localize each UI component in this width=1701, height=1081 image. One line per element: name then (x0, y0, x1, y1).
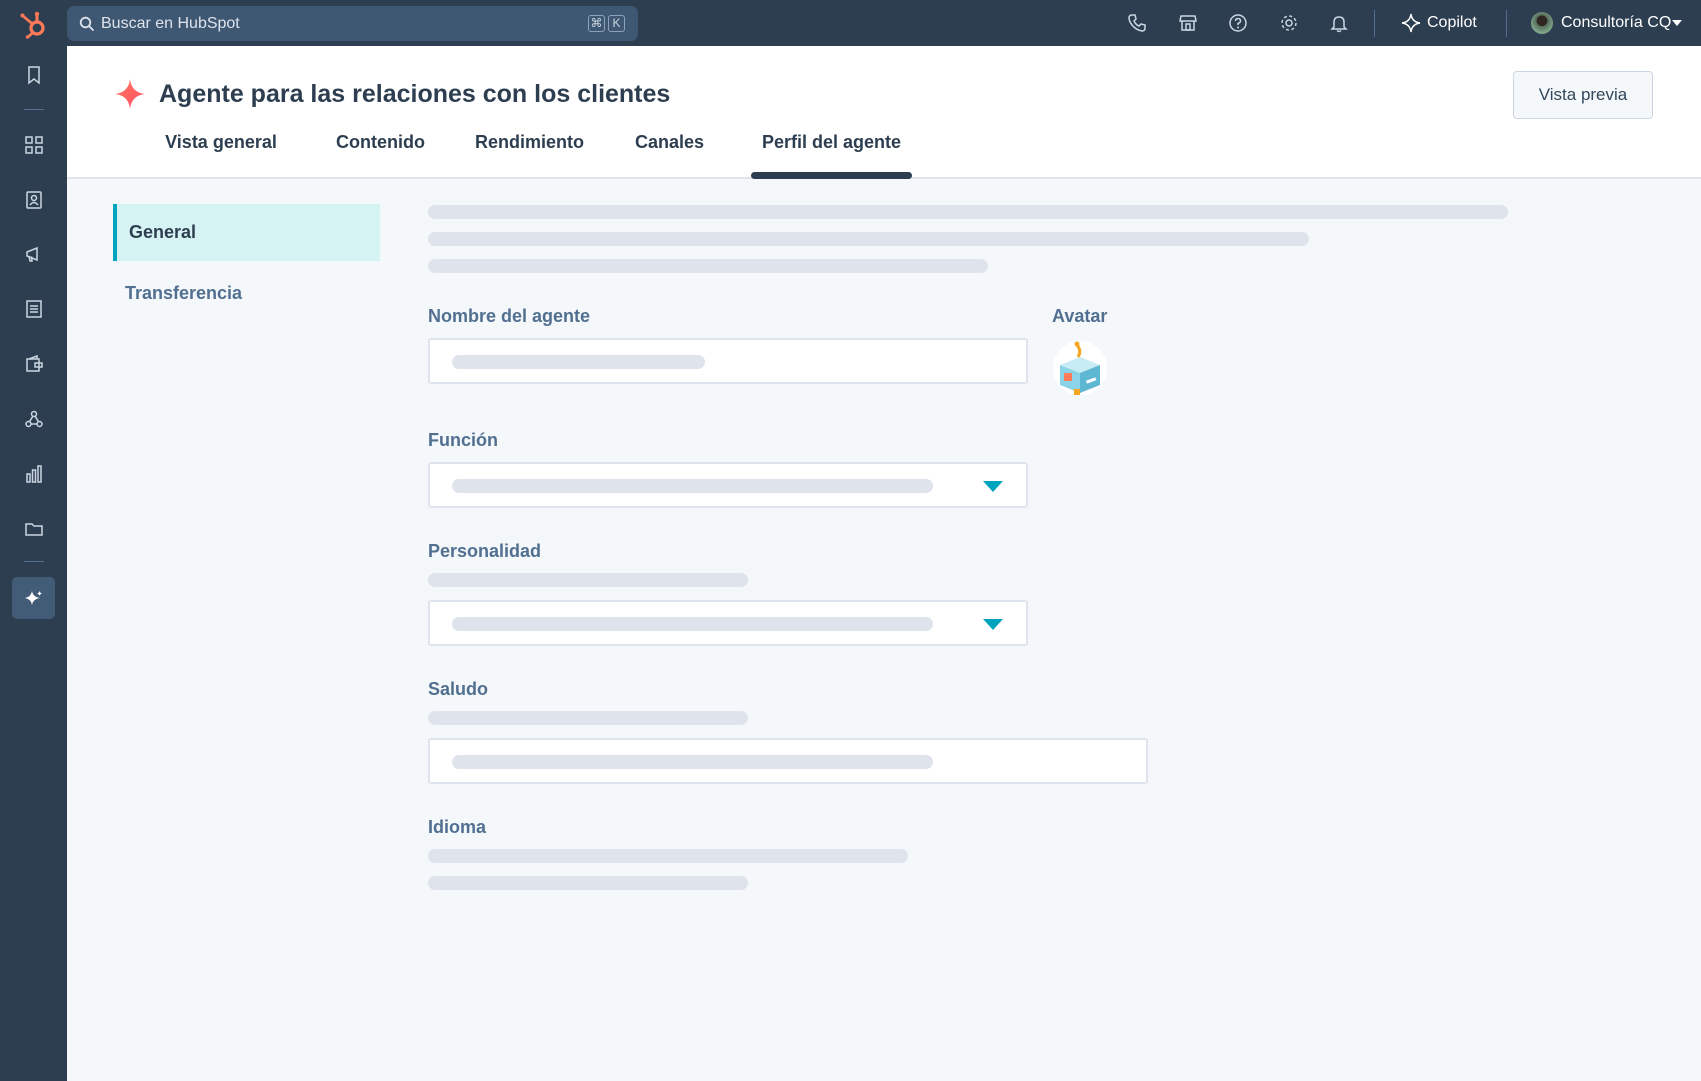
marketplace-icon[interactable] (1178, 13, 1198, 33)
subnav-item-general[interactable]: General (113, 204, 380, 261)
loading-placeholder (428, 259, 988, 273)
copilot-label: Copilot (1427, 14, 1477, 31)
greeting-field[interactable] (428, 738, 1148, 784)
sidebar-divider (24, 561, 44, 562)
tab-contenido[interactable]: Contenido (323, 132, 438, 153)
loading-placeholder (428, 849, 908, 863)
settings-icon[interactable] (1279, 13, 1299, 33)
loading-placeholder (428, 573, 748, 587)
account-name: Consultoría CQ (1561, 14, 1672, 31)
left-sidebar (0, 46, 67, 1081)
commerce-icon[interactable] (24, 354, 44, 374)
tab-rendimiento[interactable]: Rendimiento (462, 132, 597, 153)
topbar-divider (1374, 10, 1375, 37)
chevron-down-icon (983, 619, 1003, 630)
loading-placeholder (452, 479, 933, 493)
subnav-item-label: General (129, 222, 197, 242)
agent-name-field[interactable] (428, 338, 1028, 384)
search-placeholder: Buscar en HubSpot (101, 15, 240, 32)
help-icon[interactable] (1228, 13, 1248, 33)
tab-vista-general[interactable]: Vista general (155, 132, 287, 153)
avatar-label: Avatar (1052, 306, 1108, 326)
personality-label: Personalidad (428, 541, 542, 561)
loading-placeholder (452, 617, 933, 631)
contacts-icon[interactable] (24, 190, 44, 210)
sparkle-icon (1401, 13, 1421, 33)
agent-avatar[interactable] (1052, 337, 1108, 397)
tab-canales[interactable]: Canales (617, 132, 722, 153)
notifications-icon[interactable] (1329, 13, 1349, 33)
library-icon[interactable] (24, 519, 44, 539)
tab-perfil-del-agente[interactable]: Perfil del agente (751, 132, 912, 153)
subnav-item-transferencia[interactable]: Transferencia (125, 283, 242, 304)
page-header: Agente para las relaciones con los clien… (67, 46, 1701, 179)
user-avatar (1531, 12, 1553, 34)
loading-placeholder (428, 711, 748, 725)
chevron-down-icon (1672, 20, 1682, 26)
agent-name-label: Nombre del agente (428, 306, 591, 326)
greeting-label: Saludo (428, 679, 489, 699)
automation-icon[interactable] (24, 409, 44, 429)
function-dropdown[interactable] (428, 462, 1028, 508)
personality-dropdown[interactable] (428, 600, 1028, 646)
breeze-agents-icon[interactable] (24, 588, 44, 608)
loading-placeholder (428, 232, 1309, 246)
shortcut-key-command: ⌘ (588, 15, 605, 32)
loading-placeholder (428, 876, 748, 890)
preview-button[interactable]: Vista previa (1513, 71, 1653, 119)
reporting-icon[interactable] (24, 464, 44, 484)
bookmark-icon[interactable] (24, 65, 44, 85)
marketing-icon[interactable] (24, 244, 44, 264)
shortcut-key-k: K (608, 15, 625, 32)
chevron-down-icon (983, 481, 1003, 492)
ai-sparkle-icon (115, 79, 145, 109)
content-icon[interactable] (24, 299, 44, 319)
language-label: Idioma (428, 817, 487, 837)
global-search-bar[interactable]: Buscar en HubSpot ⌘ K (67, 6, 638, 41)
search-icon (79, 16, 95, 32)
loading-placeholder (452, 755, 933, 769)
top-navigation-bar: Buscar en HubSpot ⌘ K Copilot Consultorí… (0, 0, 1701, 46)
function-label: Función (428, 430, 498, 450)
workspaces-icon[interactable] (24, 135, 44, 155)
sidebar-divider (24, 109, 44, 110)
active-tab-indicator (751, 172, 912, 179)
hubspot-logo-icon[interactable] (18, 9, 48, 39)
loading-placeholder (452, 355, 705, 369)
page-title: Agente para las relaciones con los clien… (159, 80, 671, 108)
loading-placeholder (428, 205, 1508, 219)
phone-icon[interactable] (1127, 13, 1147, 33)
topbar-divider (1506, 10, 1507, 37)
